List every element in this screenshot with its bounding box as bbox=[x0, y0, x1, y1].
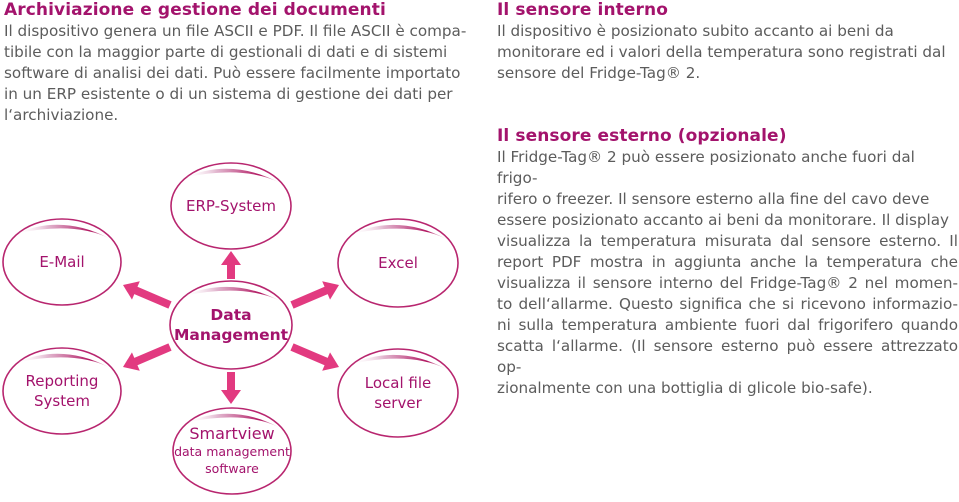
arrow-to-smartview-icon bbox=[221, 372, 241, 404]
external-sensor-line: visualizza il sensore interno del Fridge… bbox=[497, 274, 958, 292]
external-sensor-line: zionalmente con una bottiglia di glicole… bbox=[497, 379, 873, 397]
internal-sensor-heading: Il sensore interno bbox=[497, 0, 669, 20]
node-local-file-server: Local file server bbox=[337, 348, 459, 438]
data-flow-diagram: Data Management ERP-System E-Mail Excel Repor… bbox=[2, 162, 459, 495]
internal-sensor-line: monitorare ed i valori della temperatura… bbox=[497, 43, 946, 61]
node-label: System bbox=[34, 392, 90, 410]
node-label: Data bbox=[210, 306, 251, 324]
node-label: software bbox=[205, 461, 259, 476]
node-label: server bbox=[374, 394, 422, 412]
external-sensor-line: report PDF mostra in aggiunta anche la t… bbox=[497, 253, 958, 271]
node-e-mail: E-Mail bbox=[2, 218, 122, 306]
external-sensor-line: to dell‘allarme. Questo significa che si… bbox=[497, 295, 958, 313]
external-sensor-heading: Il sensore esterno (opzionale) bbox=[497, 126, 787, 146]
node-label: Smartview bbox=[189, 424, 274, 443]
external-sensor-paragraph: Il Fridge-Tag® 2 può essere posizionato … bbox=[497, 147, 958, 399]
node-label: ERP-System bbox=[186, 197, 276, 215]
node-smartview: Smartviewdata management software bbox=[172, 407, 292, 495]
node-label: Management bbox=[174, 326, 289, 344]
node-erp-system: ERP-System bbox=[170, 162, 292, 250]
external-sensor-line: ni sulla temperatura ambiente fuori dal … bbox=[497, 316, 958, 334]
external-sensor-line: Il Fridge-Tag® 2 può essere posizionato … bbox=[497, 148, 915, 187]
external-sensor-line: essere posizionato accanto ai beni da mo… bbox=[497, 211, 950, 229]
arrow-to-e-mail-icon bbox=[123, 281, 172, 309]
internal-sensor-paragraph: Il dispositivo è posizionato subito acca… bbox=[497, 21, 957, 84]
node-label: Excel bbox=[378, 254, 418, 272]
internal-sensor-line: Il dispositivo è posizionato subito acca… bbox=[497, 22, 894, 40]
external-sensor-line: scatta l‘allarme. (Il sensore esterno pu… bbox=[497, 337, 958, 376]
arrow-to-erp-system-icon bbox=[221, 251, 241, 279]
node-label: Local file bbox=[365, 374, 432, 392]
arrow-to-local-file-server-icon bbox=[290, 343, 339, 371]
arrow-to-reporting-system-icon bbox=[123, 343, 172, 371]
node-label: E-Mail bbox=[39, 253, 84, 271]
node-data-management: Data Management bbox=[169, 280, 293, 370]
node-label: Reporting bbox=[26, 372, 99, 390]
external-sensor-line: visualizza la temperatura misurata dal s… bbox=[497, 232, 958, 250]
node-reporting-system: Reporting System bbox=[2, 347, 122, 435]
node-label: data management bbox=[174, 444, 290, 459]
internal-sensor-line: sensore del Fridge-Tag® 2. bbox=[497, 64, 701, 82]
arrow-to-excel-icon bbox=[290, 281, 339, 309]
external-sensor-line: rifero o freezer. Il sensore esterno all… bbox=[497, 190, 930, 208]
node-excel: Excel bbox=[337, 218, 459, 308]
